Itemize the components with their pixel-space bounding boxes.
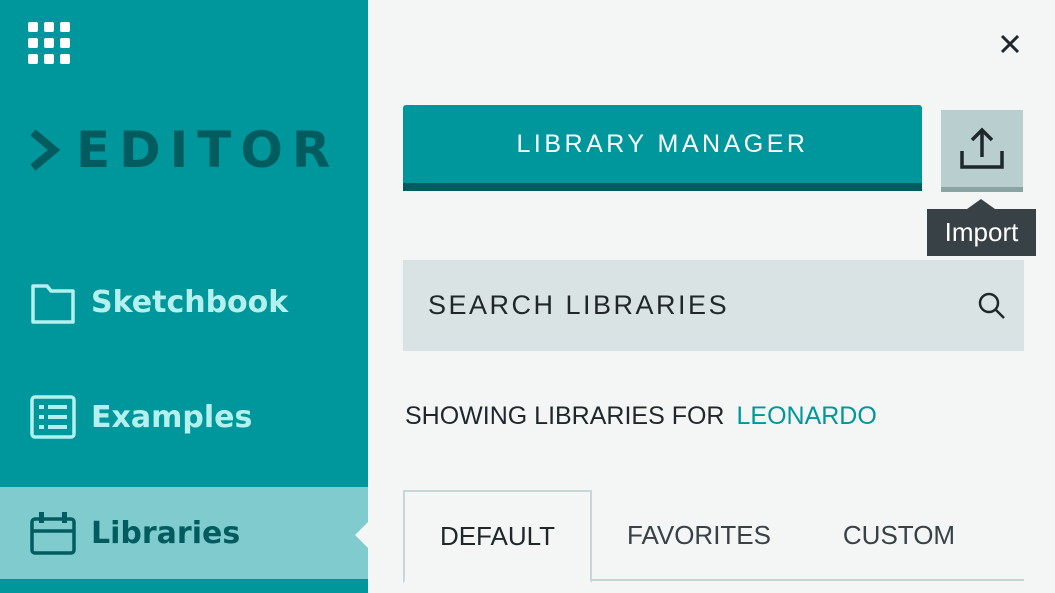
list-icon <box>30 395 76 439</box>
sidebar-item-sketchbook[interactable]: Sketchbook <box>0 256 368 348</box>
sidebar-item-label: Examples <box>91 399 253 435</box>
import-button[interactable] <box>941 110 1023 192</box>
close-button[interactable] <box>994 28 1026 60</box>
import-tooltip: Import <box>927 209 1036 256</box>
sidebar-item-libraries[interactable]: Libraries <box>0 487 368 579</box>
showing-label: SHOWING LIBRARIES FOR <box>405 401 725 430</box>
active-item-pointer <box>355 522 368 548</box>
close-icon <box>1000 34 1020 54</box>
tooltip-arrow <box>967 199 995 209</box>
sidebar-item-examples[interactable]: Examples <box>0 371 368 463</box>
library-icon <box>30 512 76 555</box>
editor-logo: EDITOR <box>30 120 339 180</box>
chevron-right-icon <box>30 129 61 171</box>
sidebar-item-label: Sketchbook <box>91 284 289 320</box>
search-libraries-input[interactable]: SEARCH LIBRARIES <box>403 260 1024 351</box>
tab-favorites[interactable]: FAVORITES <box>613 490 785 581</box>
board-name-link[interactable]: LEONARDO <box>736 402 876 431</box>
library-tabs: DEFAULT FAVORITES CUSTOM <box>403 490 1024 583</box>
sidebar-item-label: Libraries <box>91 515 241 551</box>
editor-logo-text: EDITOR <box>76 121 340 179</box>
tab-custom[interactable]: CUSTOM <box>824 490 974 581</box>
library-manager-button[interactable]: LIBRARY MANAGER <box>403 105 922 191</box>
board-filter-text: SHOWING LIBRARIES FOR LEONARDO <box>405 398 877 434</box>
apps-grid-icon[interactable] <box>28 22 72 66</box>
upload-icon <box>960 127 1004 169</box>
folder-icon <box>31 284 75 324</box>
sidebar: EDITOR Sketchbook Examples Libraries <box>0 0 368 593</box>
tab-default[interactable]: DEFAULT <box>403 490 592 583</box>
search-placeholder: SEARCH LIBRARIES <box>428 290 730 320</box>
search-icon[interactable] <box>976 290 1008 322</box>
